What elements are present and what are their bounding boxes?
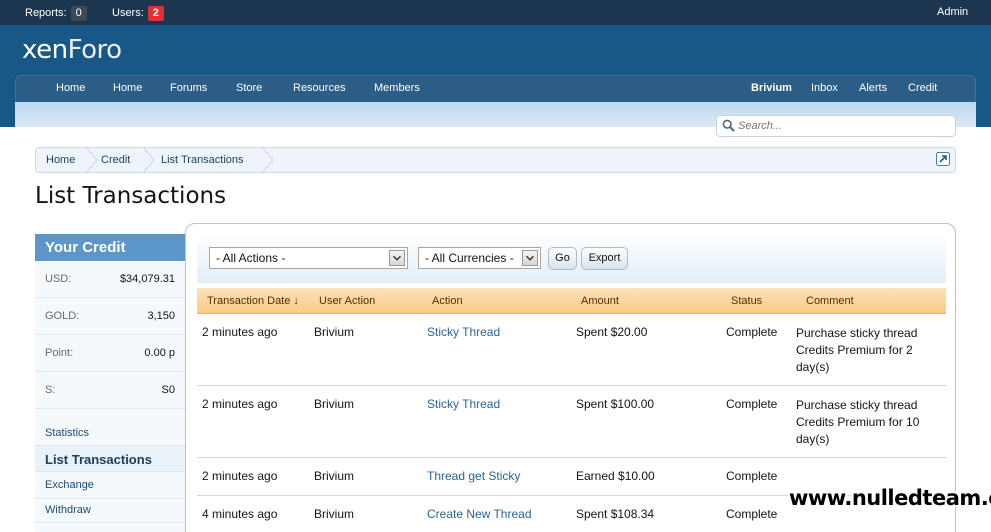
balance-value: 3,150 xyxy=(147,310,175,322)
site-header: xenForo Home Home Forums Store Resources… xyxy=(0,25,991,127)
page-title: List Transactions xyxy=(35,183,227,209)
cell-status: Complete xyxy=(726,507,778,521)
nav-bar: Home Home Forums Store Resources Members… xyxy=(15,75,976,102)
cell-user: Brivium xyxy=(314,507,355,521)
column-header-comment: Comment xyxy=(806,295,854,307)
reports-label: Reports: xyxy=(25,7,67,19)
balance-row-gold: GOLD: 3,150 xyxy=(35,298,185,335)
chevron-down-icon xyxy=(389,250,405,266)
balance-value: S0 xyxy=(161,384,175,396)
nav-tab-members[interactable]: Members xyxy=(374,82,420,94)
sidebar-title: Your Credit xyxy=(35,234,185,261)
go-button[interactable]: Go xyxy=(548,247,577,270)
nav-tab-forums[interactable]: Forums xyxy=(170,82,207,94)
chevron-down-icon xyxy=(522,250,538,266)
breadcrumb-separator xyxy=(142,147,155,173)
nav-tab-credit[interactable]: Credit xyxy=(908,82,937,94)
balance-label: S: xyxy=(45,384,56,396)
reports-counter: 0 xyxy=(70,6,87,21)
cell-status: Complete xyxy=(726,397,778,411)
jump-to-icon[interactable] xyxy=(936,152,950,166)
cell-action-link[interactable]: Sticky Thread xyxy=(427,397,500,411)
actions-select[interactable]: - All Actions - xyxy=(209,247,408,269)
cell-comment: Purchase sticky thread Credits Premium f… xyxy=(796,398,920,446)
admin-bar: Reports: 0 Users: 2 Admin xyxy=(0,0,991,25)
cell-date: 2 minutes ago xyxy=(202,397,278,411)
nav-tab-store[interactable]: Store xyxy=(236,82,262,94)
balance-value: 0.00 p xyxy=(144,347,175,359)
users-label: Users: xyxy=(112,7,144,19)
export-button[interactable]: Export xyxy=(581,247,628,270)
column-header-action: Action xyxy=(432,295,463,307)
sidebar-link-withdraw[interactable]: Withdraw xyxy=(45,504,91,516)
cell-user: Brivium xyxy=(314,397,355,411)
logo-text-foro: Foro xyxy=(67,35,122,65)
site-logo[interactable]: xenForo xyxy=(22,35,122,65)
breadcrumb: Home Credit List Transactions xyxy=(35,147,956,173)
sidebar-link-exchange[interactable]: Exchange xyxy=(45,479,94,491)
cell-action-link[interactable]: Sticky Thread xyxy=(427,325,500,339)
balance-label: USD: xyxy=(45,273,72,285)
sidebar-divider xyxy=(35,498,185,499)
cell-user: Brivium xyxy=(314,325,355,339)
logo-text-xen: xen xyxy=(22,35,68,65)
cell-amount: Spent $100.00 xyxy=(576,397,655,411)
cell-status: Complete xyxy=(726,469,778,483)
search-box[interactable] xyxy=(716,115,956,137)
column-header-date[interactable]: Transaction Date ↓ xyxy=(207,295,299,307)
breadcrumb-credit[interactable]: Credit xyxy=(101,148,130,172)
users-counter: 2 xyxy=(147,6,164,21)
cell-amount: Spent $108.34 xyxy=(576,507,655,521)
cell-date: 2 minutes ago xyxy=(202,469,278,483)
admin-link[interactable]: Admin xyxy=(937,6,968,18)
cell-action-link[interactable]: Create New Thread xyxy=(427,507,532,521)
nav-tab-brivium[interactable]: Brivium xyxy=(751,82,792,94)
balance-row-s: S: S0 xyxy=(35,372,185,409)
cell-amount: Earned $10.00 xyxy=(576,469,655,483)
cell-comment: Purchase sticky thread Credits Premium f… xyxy=(796,326,918,374)
column-header-user-action: User Action xyxy=(319,295,376,307)
currencies-select-value: - All Currencies - xyxy=(425,251,514,265)
breadcrumb-home[interactable]: Home xyxy=(46,148,75,172)
breadcrumb-separator xyxy=(85,147,98,173)
sidebar-divider xyxy=(35,522,185,523)
balance-label: Point: xyxy=(45,347,74,359)
search-input[interactable] xyxy=(738,118,948,134)
nav-tab-home[interactable]: Home xyxy=(56,82,85,94)
balance-row-point: Point: 0.00 p xyxy=(35,335,185,372)
nav-tab-inbox[interactable]: Inbox xyxy=(811,82,838,94)
balance-row-usd: USD: $34,079.31 xyxy=(35,261,185,298)
cell-action-link[interactable]: Thread get Sticky xyxy=(427,469,520,483)
watermark-text: www.nulledteam.com xyxy=(789,486,991,510)
column-header-amount: Amount xyxy=(581,295,619,307)
currencies-select[interactable]: - All Currencies - xyxy=(418,247,541,269)
cell-amount: Spent $20.00 xyxy=(576,325,648,339)
table-row: 2 minutes ago Brivium Sticky Thread Spen… xyxy=(197,314,946,386)
sidebar-link-list-transactions[interactable]: List Transactions xyxy=(45,452,152,467)
balance-value: $34,079.31 xyxy=(119,273,175,285)
credit-sidebar: Your Credit USD: $34,079.31 GOLD: 3,150 … xyxy=(35,234,185,532)
users-link[interactable]: Users: 2 xyxy=(112,6,164,21)
filter-bar: - All Actions - - All Currencies - Go Ex… xyxy=(197,233,946,283)
actions-select-value: - All Actions - xyxy=(216,251,286,265)
breadcrumb-separator xyxy=(261,147,274,173)
breadcrumb-list-transactions[interactable]: List Transactions xyxy=(161,148,244,172)
cell-status: Complete xyxy=(726,325,778,339)
nav-tab-alerts[interactable]: Alerts xyxy=(859,82,887,94)
sidebar-link-statistics[interactable]: Statistics xyxy=(45,427,89,439)
column-header-status: Status xyxy=(731,295,763,307)
nav-tab-resources[interactable]: Resources xyxy=(293,82,346,94)
search-icon xyxy=(722,119,735,132)
reports-link[interactable]: Reports: 0 xyxy=(25,6,87,21)
cell-date: 2 minutes ago xyxy=(202,325,278,339)
table-row: 2 minutes ago Brivium Sticky Thread Spen… xyxy=(197,386,946,458)
nav-tab-home-2[interactable]: Home xyxy=(113,82,142,94)
table-header: Transaction Date ↓ User Action Action Am… xyxy=(197,288,946,314)
cell-user: Brivium xyxy=(314,469,355,483)
balance-label: GOLD: xyxy=(45,310,80,322)
cell-date: 4 minutes ago xyxy=(202,507,278,521)
